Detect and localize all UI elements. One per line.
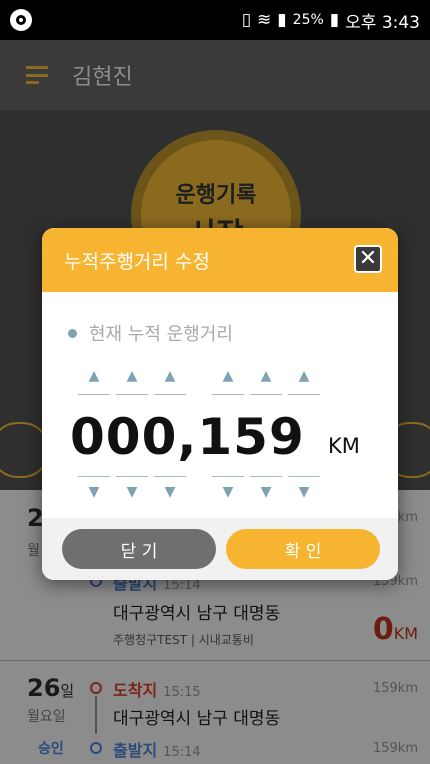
digit6-up-rule [288, 394, 320, 395]
digit3-up-arrow-icon[interactable]: ▲ [154, 368, 186, 384]
list-divider [0, 660, 430, 661]
entry2-day: 26일 [27, 674, 75, 702]
entry2-departure-km: 159km [372, 741, 418, 756]
digit2-up-arrow-icon[interactable]: ▲ [116, 368, 148, 384]
battery-percent: 25% [292, 12, 324, 28]
digit1-down-rule [78, 476, 110, 477]
app-header: 김현진 [0, 40, 430, 110]
entry2-departure-marker [90, 742, 102, 754]
odometer-unit: KM [328, 434, 360, 458]
wifi-icon: ≋ [257, 10, 272, 30]
user-name: 김현진 [72, 65, 133, 90]
entry1-weekday: 월 [27, 543, 40, 559]
digit6-down-arrow-icon[interactable]: ▼ [288, 484, 320, 500]
odometer-edit-dialog: 누적주행거리 수정 ✕ 현재 누적 운행거리 ▲ ▲ ▲ ▲ ▲ ▲ 000,1… [42, 228, 398, 580]
entry2-weekday: 월요일 [27, 709, 66, 725]
digit2-down-rule [116, 476, 148, 477]
menu-icon[interactable] [26, 66, 48, 84]
entry2-timeline [95, 696, 97, 734]
digit5-down-rule [250, 476, 282, 477]
vibrate-icon: ▯ [241, 10, 252, 30]
start-record-line1: 운행기록 [175, 183, 257, 208]
digit2-up-rule [116, 394, 148, 395]
entry2-arrival-marker [90, 682, 102, 694]
digit6-up-arrow-icon[interactable]: ▲ [288, 368, 320, 384]
status-bar: ▯ ≋ ▮ 25% ▮ 오후 3:43 [0, 0, 430, 40]
entry1-sub: 주행청구TEST | 시내교통비 [113, 633, 254, 647]
entry1-address: 대구광역시 남구 대명동 [113, 604, 281, 624]
current-distance-text: 현재 누적 운행거리 [89, 324, 233, 345]
dialog-footer: 닫 기 확 인 [42, 518, 398, 580]
digit5-down-arrow-icon[interactable]: ▼ [250, 484, 282, 500]
close-icon[interactable]: ✕ [354, 245, 382, 273]
digit6-down-rule [288, 476, 320, 477]
digit1-up-rule [78, 394, 110, 395]
signal-icon: ▮ [277, 10, 287, 30]
digit4-down-rule [212, 476, 244, 477]
dialog-header: 누적주행거리 수정 [42, 228, 398, 292]
close-button[interactable]: 닫 기 [62, 529, 216, 569]
digit4-up-rule [212, 394, 244, 395]
digit2-down-arrow-icon[interactable]: ▼ [116, 484, 148, 500]
digit3-down-arrow-icon[interactable]: ▼ [154, 484, 186, 500]
entry2-status-badge: 승인 [38, 741, 64, 757]
digit3-up-rule [154, 394, 186, 395]
digit4-up-arrow-icon[interactable]: ▲ [212, 368, 244, 384]
digit4-down-arrow-icon[interactable]: ▼ [212, 484, 244, 500]
entry2-arrival-label: 도착지 15:15 [113, 681, 201, 700]
digit1-down-arrow-icon[interactable]: ▼ [78, 484, 110, 500]
entry1-distance: 0KM [372, 612, 418, 647]
digit1-up-arrow-icon[interactable]: ▲ [78, 368, 110, 384]
entry2-arrival-km: 159km [372, 681, 418, 696]
entry2-address: 대구광역시 남구 대명동 [113, 709, 281, 729]
app-notification-icon [10, 9, 32, 31]
dialog-title: 누적주행거리 수정 [64, 250, 210, 273]
digit5-up-arrow-icon[interactable]: ▲ [250, 368, 282, 384]
odometer-value: 000,159 [70, 408, 305, 466]
digit5-up-rule [250, 394, 282, 395]
digit3-down-rule [154, 476, 186, 477]
battery-icon: ▮ [329, 10, 340, 30]
clock: 오후 3:43 [345, 12, 420, 33]
current-distance-label: 현재 누적 운행거리 [68, 320, 233, 346]
entry2-departure-label: 출발지 15:14 [113, 741, 201, 760]
bullet-dot [68, 328, 77, 338]
confirm-button[interactable]: 확 인 [226, 529, 380, 569]
